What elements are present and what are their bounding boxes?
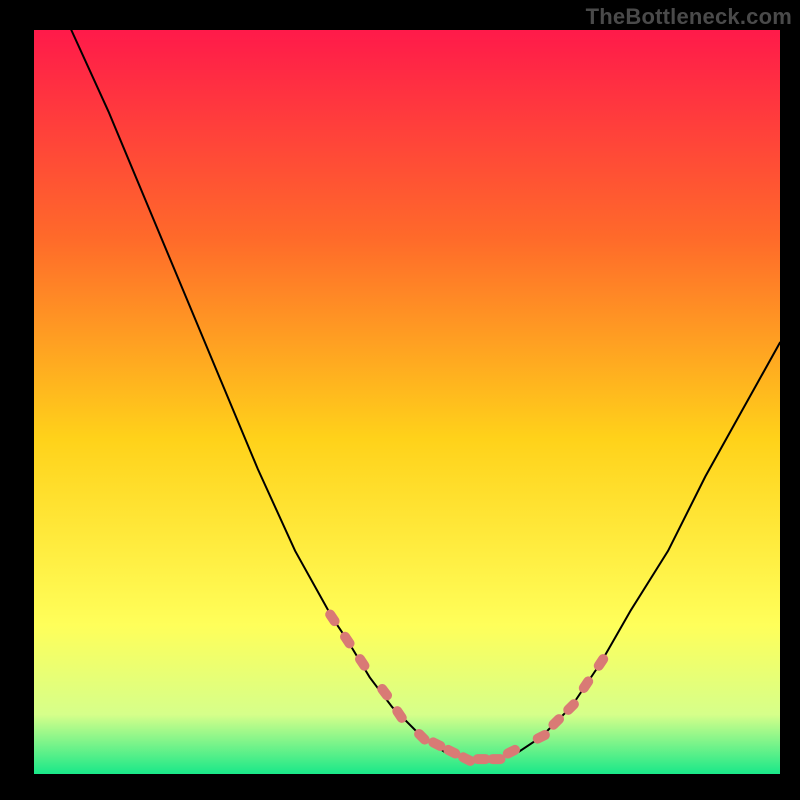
curve-marker [488,754,506,764]
bottleneck-chart [0,0,800,800]
plot-background [34,30,780,774]
chart-frame: TheBottleneck.com [0,0,800,800]
